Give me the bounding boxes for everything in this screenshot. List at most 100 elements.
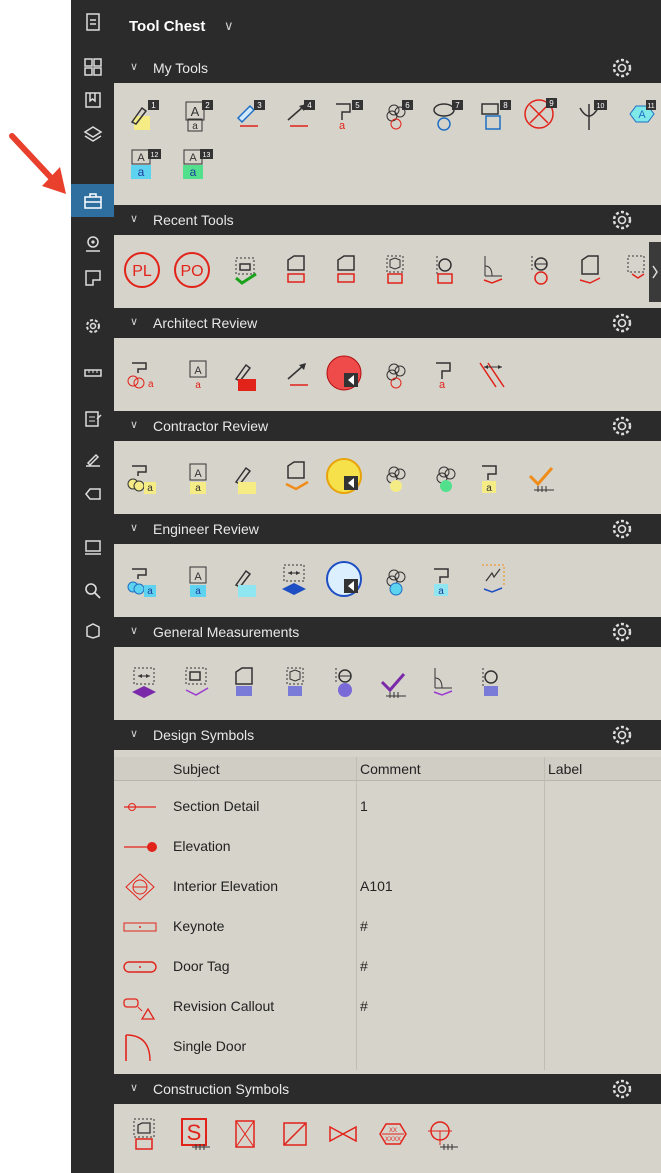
cloud-callout-tool[interactable]: a — [124, 460, 158, 494]
section-header-my-tools[interactable]: ∨ My Tools — [114, 53, 661, 83]
diameter-tool[interactable] — [328, 664, 362, 698]
gear-icon[interactable] — [611, 312, 633, 334]
callout-tool[interactable]: a — [430, 357, 464, 391]
settings-icon[interactable] — [71, 309, 114, 342]
section-header-architect-review[interactable]: ∨ Architect Review — [114, 308, 661, 338]
cloud-tool[interactable] — [380, 357, 414, 391]
radius-tool[interactable] — [474, 664, 508, 698]
gear-icon[interactable] — [611, 724, 633, 746]
3d-icon[interactable] — [71, 614, 114, 647]
arrow-tool[interactable] — [282, 357, 316, 391]
file-icon[interactable] — [71, 5, 114, 38]
hexagon-text-tool[interactable]: A 11 — [622, 98, 656, 132]
volume-tool[interactable] — [278, 664, 312, 698]
chevron-down-icon[interactable]: ∨ — [130, 418, 138, 431]
cloud-tool[interactable]: 6 — [380, 98, 414, 132]
column-header-label[interactable]: Label — [548, 757, 582, 781]
bookmarks-icon[interactable] — [71, 83, 114, 116]
callout-tool[interactable]: a5 — [330, 98, 364, 132]
chevron-down-icon[interactable]: ∨ — [130, 727, 138, 740]
ellipse-tool[interactable]: 7 — [430, 98, 464, 132]
tag-icon[interactable] — [71, 477, 114, 510]
layers-icon[interactable] — [71, 117, 114, 150]
stamp-icon[interactable] — [71, 530, 114, 563]
section-header-engineer-review[interactable]: ∨ Engineer Review — [114, 514, 661, 544]
area-tool[interactable] — [180, 664, 214, 698]
text-box-tool[interactable]: Aa — [182, 357, 216, 391]
length-tool[interactable] — [278, 561, 312, 595]
shear-wall-symbol-tool[interactable]: S — [178, 1117, 212, 1151]
measure-icon[interactable] — [71, 356, 114, 389]
callout-tool[interactable]: a — [476, 460, 510, 494]
section-header-recent-tools[interactable]: ∨ Recent Tools — [114, 205, 661, 235]
gear-icon[interactable] — [611, 209, 633, 231]
chevron-down-icon[interactable]: ∨ — [130, 521, 138, 534]
x-circle-tool[interactable]: 9 — [524, 96, 558, 130]
polygon-tool[interactable]: PO — [172, 250, 212, 290]
polylength-tool[interactable] — [476, 561, 510, 595]
cloud-callout-tool[interactable]: a — [124, 357, 158, 391]
diameter-tool[interactable] — [524, 252, 558, 286]
dimension-tool[interactable] — [474, 357, 508, 391]
table-row[interactable]: Interior Elevation A101 — [114, 867, 661, 907]
spaces-icon[interactable] — [71, 261, 114, 294]
highlight-tool[interactable] — [230, 460, 264, 494]
chevron-down-icon[interactable]: ∨ — [224, 18, 234, 34]
length-tool[interactable] — [128, 664, 162, 698]
area-measure-tool[interactable] — [280, 458, 314, 492]
table-row[interactable]: Door Tag # — [114, 947, 661, 987]
search-icon[interactable] — [71, 574, 114, 607]
gear-icon[interactable] — [611, 621, 633, 643]
section-header-design-symbols[interactable]: ∨ Design Symbols — [114, 720, 661, 750]
tool-chest-icon[interactable] — [71, 184, 114, 217]
cloud-tool[interactable] — [380, 460, 414, 494]
table-row[interactable]: Section Detail 1 — [114, 787, 661, 827]
polyline-tool[interactable]: PL — [122, 250, 162, 290]
crossed-box-tool[interactable] — [228, 1117, 262, 1151]
sketch-to-scale-tool[interactable] — [324, 456, 364, 496]
text-box-tool[interactable]: Aa — [182, 460, 216, 494]
highlight-tool[interactable]: 1 — [126, 98, 160, 132]
table-row[interactable]: Revision Callout # — [114, 987, 661, 1027]
door-symbol-tool[interactable]: 10 — [574, 98, 608, 132]
pen-tool[interactable]: 3 — [232, 98, 266, 132]
chevron-down-icon[interactable]: ∨ — [130, 212, 138, 225]
callout-tool[interactable]: a — [428, 563, 462, 597]
highlight-tool[interactable] — [230, 563, 264, 597]
perimeter-tool[interactable] — [574, 252, 608, 286]
highlight-tool[interactable] — [230, 357, 264, 391]
table-row[interactable]: Single Door — [114, 1027, 661, 1067]
hexagon-tag-tool[interactable]: XX XXXX — [376, 1117, 410, 1151]
cloud-callout-tool[interactable]: a — [124, 563, 158, 597]
chevron-down-icon[interactable]: ∨ — [130, 1081, 138, 1094]
thumbnails-icon[interactable] — [71, 50, 114, 83]
volume-tool[interactable] — [378, 252, 412, 286]
count-tool[interactable] — [376, 666, 410, 700]
angle-tool[interactable] — [476, 252, 510, 286]
chevron-down-icon[interactable]: ∨ — [130, 624, 138, 637]
area-measure-tool[interactable] — [280, 252, 314, 286]
section-header-general-measurements[interactable]: ∨ General Measurements — [114, 617, 661, 647]
sketch-to-scale-tool[interactable] — [324, 559, 364, 599]
typewriter-green-tool[interactable]: Aa 13 — [180, 146, 214, 180]
cloud-green-tool[interactable] — [430, 460, 464, 494]
chevron-down-icon[interactable]: ∨ — [130, 60, 138, 73]
section-header-contractor-review[interactable]: ∨ Contractor Review — [114, 411, 661, 441]
typewriter-tool[interactable]: Aa 12 — [128, 146, 162, 180]
chevron-down-icon[interactable]: ∨ — [130, 315, 138, 328]
column-header-subject[interactable]: Subject — [173, 757, 220, 781]
table-row[interactable]: Elevation — [114, 827, 661, 867]
slashed-box-tool[interactable] — [278, 1117, 312, 1151]
cloud-tool[interactable] — [380, 563, 414, 597]
markups-list-icon[interactable] — [71, 402, 114, 435]
gear-icon[interactable] — [611, 57, 633, 79]
gear-icon[interactable] — [611, 415, 633, 437]
count-tool[interactable] — [624, 252, 648, 286]
area-measure-tool-2[interactable] — [330, 252, 364, 286]
text-box-tool[interactable]: Aa — [182, 563, 216, 597]
rectangle-tool[interactable]: 8 — [478, 98, 512, 132]
area-check-tool[interactable] — [230, 252, 264, 286]
sketch-to-scale-tool[interactable] — [324, 353, 364, 393]
location-icon[interactable] — [71, 227, 114, 260]
detail-marker-count-tool[interactable] — [426, 1117, 460, 1151]
